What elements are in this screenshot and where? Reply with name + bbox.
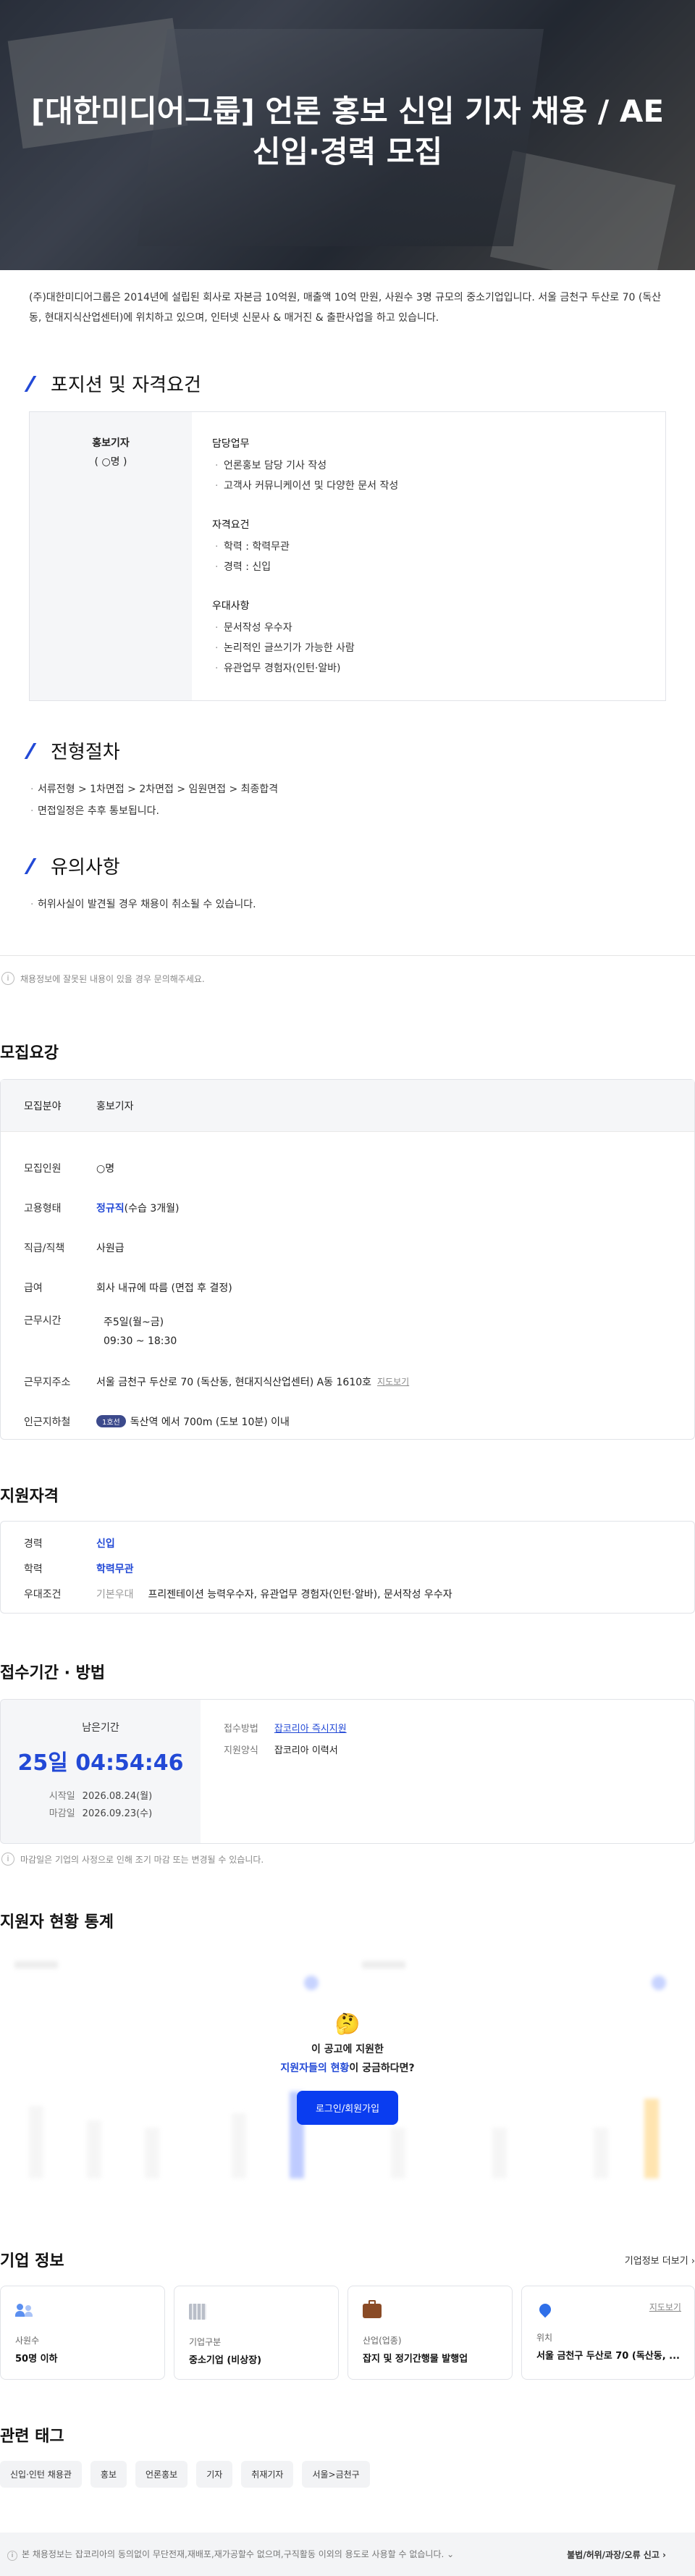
chevron-down-icon[interactable]: ⌄	[447, 2549, 454, 2559]
summary-row: 근무지주소 서울 금천구 두산로 70 (독산동, 현대지식산업센터) A동 1…	[24, 1375, 410, 1388]
position-group: 자격요건 학력 : 학력무관 경력 : 신입	[212, 515, 645, 577]
tag-item[interactable]: 언론홍보	[135, 2461, 188, 2488]
tag-item[interactable]: 신입·인턴 채용관	[0, 2461, 82, 2488]
list-item: 유관업무 경험자(인턴·알바)	[212, 658, 645, 679]
apply-method-link[interactable]: 잡코리아 즉시지원	[274, 1724, 347, 1734]
position-role: 홍보기자	[92, 437, 130, 449]
company-card: 산업(업종) 잡지 및 정기간행물 발행업	[348, 2286, 513, 2380]
summary-card: 모집분야 홍보기자 모집인원 ○명 고용형태 정규직(수습 3개월) 직급/직책…	[0, 1079, 695, 1440]
company-title: 기업 정보	[0, 2252, 64, 2270]
stats-panel: 🤔 이 공고에 지원한 지원자들의 현황이 궁금하다면? 로그인/회원가입	[0, 1947, 695, 2204]
chevron-right-icon: ›	[691, 2255, 695, 2267]
people-icon	[15, 2304, 34, 2318]
position-group: 우대사항 문서작성 우수자 논리적인 글쓰기가 가능한 사람 유관업무 경험자(…	[212, 596, 645, 679]
summary-title: 모집요강	[0, 1044, 59, 1062]
map-link[interactable]: 지도보기	[649, 2301, 681, 2313]
list-item: 경력 : 신입	[212, 557, 645, 577]
info-icon: i	[7, 2551, 17, 2561]
apply-card: 남은기간 25일 04:54:46 시작일 2026.08.24(월) 마감일 20…	[0, 1699, 695, 1844]
footer-bar: i본 채용정보는 잡코리아의 동의없이 무단전재,재배포,재가공할수 없으며,구…	[0, 2533, 695, 2576]
apply-notice: i 마감일은 기업의 사정으로 인해 조기 마감 또는 변경될 수 있습니다.	[0, 1853, 695, 1866]
qualify-row: 경력 신입	[24, 1537, 115, 1550]
job-title: [대한미디어그룹] 언론 홍보 신입 기자 채용 / AE 신입·경력 모집	[30, 93, 665, 169]
list-item: 면접일정은 추후 통보됩니다.	[29, 800, 666, 822]
building-icon	[189, 2304, 206, 2320]
position-group: 담당업무 언론홍보 담당 기사 작성 고객사 커뮤니케이션 및 다양한 문서 작…	[212, 434, 645, 496]
report-notice: i 채용정보에 잘못된 내용이 있을 경우 문의해주세요.	[0, 972, 695, 985]
tag-item[interactable]: 홍보	[90, 2461, 127, 2488]
qualify-row: 우대조건 기본우대 프리젠테이션 능력우수자, 유관업무 경험자(인턴·알바),…	[24, 1588, 452, 1600]
section-bar-icon	[24, 742, 44, 759]
process-list: 서류전형 > 1차면접 > 2차면접 > 임원면접 > 최종합격 면접일정은 추…	[29, 779, 666, 822]
tag-item[interactable]: 서울>금천구	[302, 2461, 370, 2488]
qualify-card: 경력 신입 학력 학력무관 우대조건 기본우대 프리젠테이션 능력우수자, 유관…	[0, 1521, 695, 1614]
tags-title: 관련 태그	[0, 2428, 64, 2446]
section-bar-icon	[24, 857, 44, 874]
thinking-face-icon: 🤔	[334, 2012, 361, 2036]
company-intro: (주)대한미디어그룹은 2014년에 설립된 회사로 자본금 10억원, 매출액…	[29, 292, 662, 324]
list-item: 학력 : 학력무관	[212, 537, 645, 557]
apply-title: 접수기간 · 방법	[0, 1664, 106, 1682]
pin-icon	[536, 2301, 554, 2318]
section-title-caution: 유의사항	[24, 852, 666, 879]
section-title-process: 전형절차	[24, 737, 666, 764]
section-title-position: 포지션 및 자격요건	[24, 370, 666, 397]
qualify-row: 학력 학력무관	[24, 1563, 134, 1575]
summary-row: 고용형태 정규직(수습 3개월)	[24, 1202, 180, 1214]
login-signup-button[interactable]: 로그인/회원가입	[296, 2091, 399, 2125]
company-card: 기업구분 중소기업 (비상장)	[174, 2286, 339, 2380]
summary-row: 모집인원 ○명	[24, 1162, 115, 1175]
position-details: 담당업무 언론홍보 담당 기사 작성 고객사 커뮤니케이션 및 다양한 문서 작…	[192, 412, 665, 700]
subway-line-badge: 1호선	[96, 1415, 126, 1427]
list-item: 문서작성 우수자	[212, 618, 645, 638]
list-item: 허위사실이 발견될 경우 채용이 취소될 수 있습니다.	[29, 894, 666, 915]
company-card: 지도보기 위치 서울 금천구 두산로 70 (독산동, ...	[521, 2286, 695, 2380]
tag-item[interactable]: 취재기자	[241, 2461, 294, 2488]
tag-list: 신입·인턴 채용관 홍보 언론홍보 기자 취재기자 서울>금천구	[0, 2461, 695, 2488]
report-button[interactable]: 불법/허위/과장/오류 신고 ›	[567, 2548, 666, 2561]
company-cards: 사원수 50명 이하 기업구분 중소기업 (비상장) 산업(업종) 잡지 및 정…	[0, 2286, 695, 2380]
remaining-time: 25일 04:54:46	[17, 1750, 184, 1776]
tag-item[interactable]: 기자	[196, 2461, 233, 2488]
list-item: 논리적인 글쓰기가 가능한 사람	[212, 638, 645, 658]
list-item: 서류전형 > 1차면접 > 2차면접 > 임원면접 > 최종합격	[29, 779, 666, 800]
section-bar-icon	[24, 375, 44, 392]
map-link[interactable]: 지도보기	[377, 1375, 409, 1388]
hero-banner: [대한미디어그룹] 언론 홍보 신입 기자 채용 / AE 신입·경력 모집	[0, 0, 695, 270]
summary-row: 직급/직책 사원급	[24, 1242, 125, 1254]
qualify-title: 지원자격	[0, 1488, 59, 1506]
list-item: 고객사 커뮤니케이션 및 다양한 문서 작성	[212, 476, 645, 496]
summary-row: 근무시간 주5일(월~금) 09:30 ~ 18:30	[24, 1315, 177, 1347]
info-icon: i	[1, 972, 14, 985]
position-count: ( ○명 )	[94, 456, 127, 468]
summary-row: 인근지하철 1호선 독산역 에서 700m (도보 10분) 이내	[24, 1415, 290, 1428]
stats-title: 지원자 현황 통계	[0, 1913, 114, 1931]
caution-list: 허위사실이 발견될 경우 채용이 취소될 수 있습니다.	[29, 894, 666, 915]
position-table: 홍보기자 ( ○명 ) 담당업무 언론홍보 담당 기사 작성 고객사 커뮤니케이…	[29, 411, 666, 701]
company-card: 사원수 50명 이하	[0, 2286, 165, 2380]
briefcase-icon	[363, 2300, 382, 2318]
info-icon: i	[1, 1853, 14, 1866]
company-more-link[interactable]: 기업정보 더보기 ›	[625, 2253, 695, 2267]
summary-row: 급여 회사 내규에 따름 (면접 후 결정)	[24, 1282, 232, 1294]
list-item: 언론홍보 담당 기사 작성	[212, 456, 645, 476]
